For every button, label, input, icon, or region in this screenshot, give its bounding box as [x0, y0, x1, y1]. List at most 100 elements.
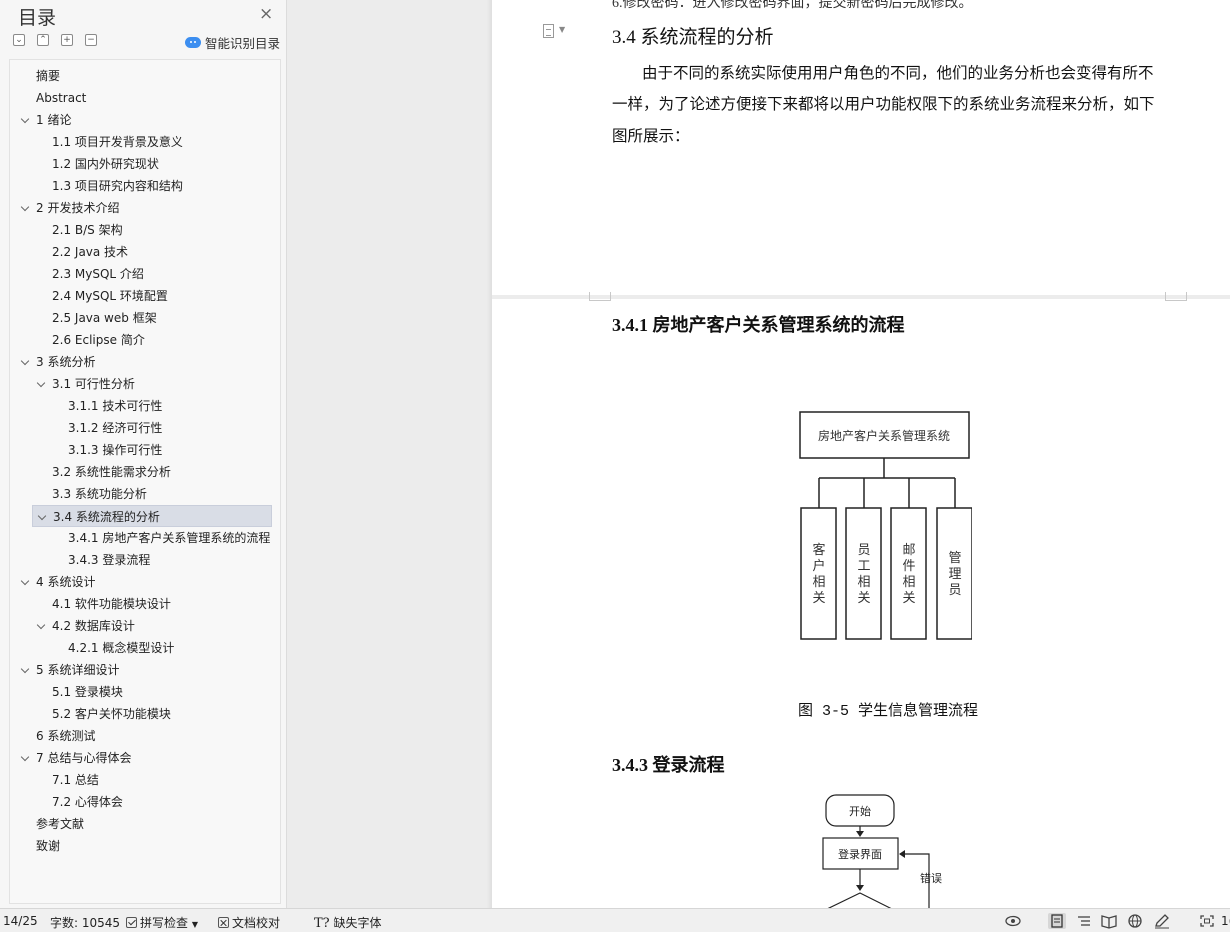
toc-item-label: 3.4 系统流程的分析 — [53, 510, 160, 524]
toc-item[interactable]: 3.1.1 技术可行性 — [10, 395, 272, 417]
smart-toc-button[interactable]: 智能识别目录 — [185, 33, 280, 52]
toc-item[interactable]: 7.2 心得体会 — [10, 791, 272, 813]
toc-item[interactable]: 3.4.3 登录流程 — [10, 549, 272, 571]
toc-item[interactable]: 2 开发技术介绍 — [10, 197, 272, 219]
toc-item[interactable]: 4.2 数据库设计 — [10, 615, 272, 637]
toc-item[interactable]: 2.2 Java 技术 — [10, 241, 272, 263]
chevron-down-icon[interactable] — [20, 202, 30, 212]
toc-title: 目录 — [18, 7, 57, 29]
eye-protection-icon[interactable] — [1004, 913, 1022, 929]
toc-item-label: 7.2 心得体会 — [52, 795, 123, 809]
toc-item[interactable]: 1.3 项目研究内容和结构 — [10, 175, 272, 197]
paragraph-line-1: 由于不同的系统实际使用用户角色的不同，他们的业务分析也会变得有所不 — [642, 65, 1154, 82]
doc-proofread-button[interactable]: 文档校对 — [218, 914, 280, 931]
toc-item[interactable]: 5.2 客户关怀功能模块 — [10, 703, 272, 725]
toc-item[interactable]: 4.2.1 概念模型设计 — [10, 637, 272, 659]
toc-item[interactable]: 参考文献 — [10, 813, 272, 835]
subsection-heading-2: 3.4.3 登录流程 — [612, 755, 725, 775]
document-canvas[interactable]: 6.修改密码：进入修改密码界面，提交新密码后完成修改。 ▼ 3.4 系统流程的分… — [287, 0, 1230, 909]
web-layout-icon[interactable] — [1126, 913, 1144, 929]
dropdown-caret-icon[interactable]: ▼ — [559, 25, 565, 34]
toc-item[interactable]: 5 系统详细设计 — [10, 659, 272, 681]
login-flowchart: 开始 登录界面 错误 — [822, 794, 942, 909]
toc-item[interactable]: 3.4.1 房地产客户关系管理系统的流程 — [10, 527, 272, 549]
toc-item[interactable]: 6 系统测试 — [10, 725, 272, 747]
toc-item[interactable]: 2.3 MySQL 介绍 — [10, 263, 272, 285]
chevron-down-icon[interactable] — [36, 378, 46, 388]
page-15[interactable]: 3.4.1 房地产客户关系管理系统的流程 房地产客户关系管理系统 客户相关员工相… — [492, 292, 1230, 909]
toc-item[interactable]: 3 系统分析 — [10, 351, 272, 373]
toc-item[interactable]: 4 系统设计 — [10, 571, 272, 593]
page-indicator[interactable]: 14/25 — [3, 914, 38, 928]
toc-item[interactable]: 1 绪论 — [10, 109, 272, 131]
add-heading-icon[interactable]: + — [61, 34, 73, 46]
figure-caption: 图 3-5 学生信息管理流程 — [798, 703, 979, 720]
chevron-down-icon[interactable] — [20, 114, 30, 124]
expand-up-icon[interactable]: ⌃ — [37, 34, 49, 46]
diagram-child-char: 件 — [902, 558, 915, 573]
toc-item[interactable]: 3.3 系统功能分析 — [10, 483, 272, 505]
toc-item[interactable]: 3.1.2 经济可行性 — [10, 417, 272, 439]
toc-item[interactable]: 3.1.3 操作可行性 — [10, 439, 272, 461]
smart-toc-label: 智能识别目录 — [205, 36, 281, 51]
page-view-icon[interactable] — [1048, 913, 1066, 929]
missing-font-label: 缺失字体 — [333, 916, 382, 930]
chevron-down-icon[interactable] — [20, 576, 30, 586]
toc-item-label: 参考文献 — [36, 817, 85, 831]
dropdown-caret-icon: ▼ — [191, 920, 198, 929]
reading-mode-icon[interactable] — [1100, 913, 1118, 929]
toc-item-label: 3 系统分析 — [36, 355, 96, 369]
toc-item-label: 1.2 国内外研究现状 — [52, 157, 159, 171]
chevron-down-icon[interactable] — [20, 664, 30, 674]
close-icon[interactable]: × — [259, 4, 273, 24]
toc-item-label: 摘要 — [36, 69, 61, 83]
collapse-all-icon[interactable]: ⌄ — [13, 34, 25, 46]
toc-item[interactable]: Abstract — [10, 87, 272, 109]
paragraph-line-2: 一样，为了论述方便接下来都将以用户功能权限下的系统业务流程来分析，如下 — [612, 96, 1155, 113]
chevron-down-icon[interactable] — [20, 752, 30, 762]
toc-item[interactable]: 5.1 登录模块 — [10, 681, 272, 703]
remove-heading-icon[interactable]: − — [85, 34, 97, 46]
toc-item[interactable]: 2.5 Java web 框架 — [10, 307, 272, 329]
toc-item-label: 3.1.3 操作可行性 — [68, 443, 163, 457]
toc-item[interactable]: 1.2 国内外研究现状 — [10, 153, 272, 175]
chevron-down-icon[interactable] — [37, 511, 47, 521]
toc-item-label: 4.1 软件功能模块设计 — [52, 597, 171, 611]
chevron-down-icon[interactable] — [20, 356, 30, 366]
spell-check-button[interactable]: 拼写检查 ▼ — [126, 914, 198, 931]
flow-error-label: 错误 — [920, 871, 942, 885]
diagram-child-char: 邮 — [902, 542, 915, 557]
proofread-icon — [218, 917, 229, 928]
toc-item[interactable]: 致谢 — [10, 835, 272, 857]
toc-item-label: 5 系统详细设计 — [36, 663, 120, 677]
spell-check-label: 拼写检查 — [140, 916, 189, 930]
zoom-level[interactable]: 1( — [1221, 914, 1230, 928]
toc-item[interactable]: 3.2 系统性能需求分析 — [10, 461, 272, 483]
missing-font-button[interactable]: T? 缺失字体 — [314, 914, 381, 931]
toc-item[interactable]: 2.1 B/S 架构 — [10, 219, 272, 241]
toc-item[interactable]: 7 总结与心得体会 — [10, 747, 272, 769]
document-icon[interactable] — [543, 24, 554, 38]
toc-item[interactable]: 2.4 MySQL 环境配置 — [10, 285, 272, 307]
toc-item-label: 2.6 Eclipse 简介 — [52, 333, 145, 347]
subsection-heading-1: 3.4.1 房地产客户关系管理系统的流程 — [612, 315, 905, 335]
page-14[interactable]: 6.修改密码：进入修改密码界面，提交新密码后完成修改。 ▼ 3.4 系统流程的分… — [492, 0, 1230, 295]
toc-item[interactable]: 2.6 Eclipse 简介 — [10, 329, 272, 351]
word-count[interactable]: 字数: 10545 — [50, 914, 120, 931]
outline-view-icon[interactable] — [1075, 913, 1093, 929]
toc-item[interactable]: 4.1 软件功能模块设计 — [10, 593, 272, 615]
diagram-child-char: 相 — [857, 574, 870, 589]
diagram-root-label: 房地产客户关系管理系统 — [818, 428, 950, 443]
toc-item[interactable]: 摘要 — [10, 65, 272, 87]
toc-item[interactable]: 1.1 项目开发背景及意义 — [10, 131, 272, 153]
font-icon: T? — [314, 916, 330, 931]
toc-item-label: 2.2 Java 技术 — [52, 245, 129, 259]
toc-item[interactable]: 3.1 可行性分析 — [10, 373, 272, 395]
toc-item-label: 3.1.1 技术可行性 — [68, 399, 163, 413]
toc-item[interactable]: 3.4 系统流程的分析 — [32, 505, 272, 527]
fit-page-icon[interactable] — [1198, 913, 1216, 929]
toc-item-label: 1.3 项目研究内容和结构 — [52, 179, 183, 193]
pen-edit-icon[interactable] — [1153, 913, 1171, 929]
toc-item[interactable]: 7.1 总结 — [10, 769, 272, 791]
chevron-down-icon[interactable] — [36, 620, 46, 630]
